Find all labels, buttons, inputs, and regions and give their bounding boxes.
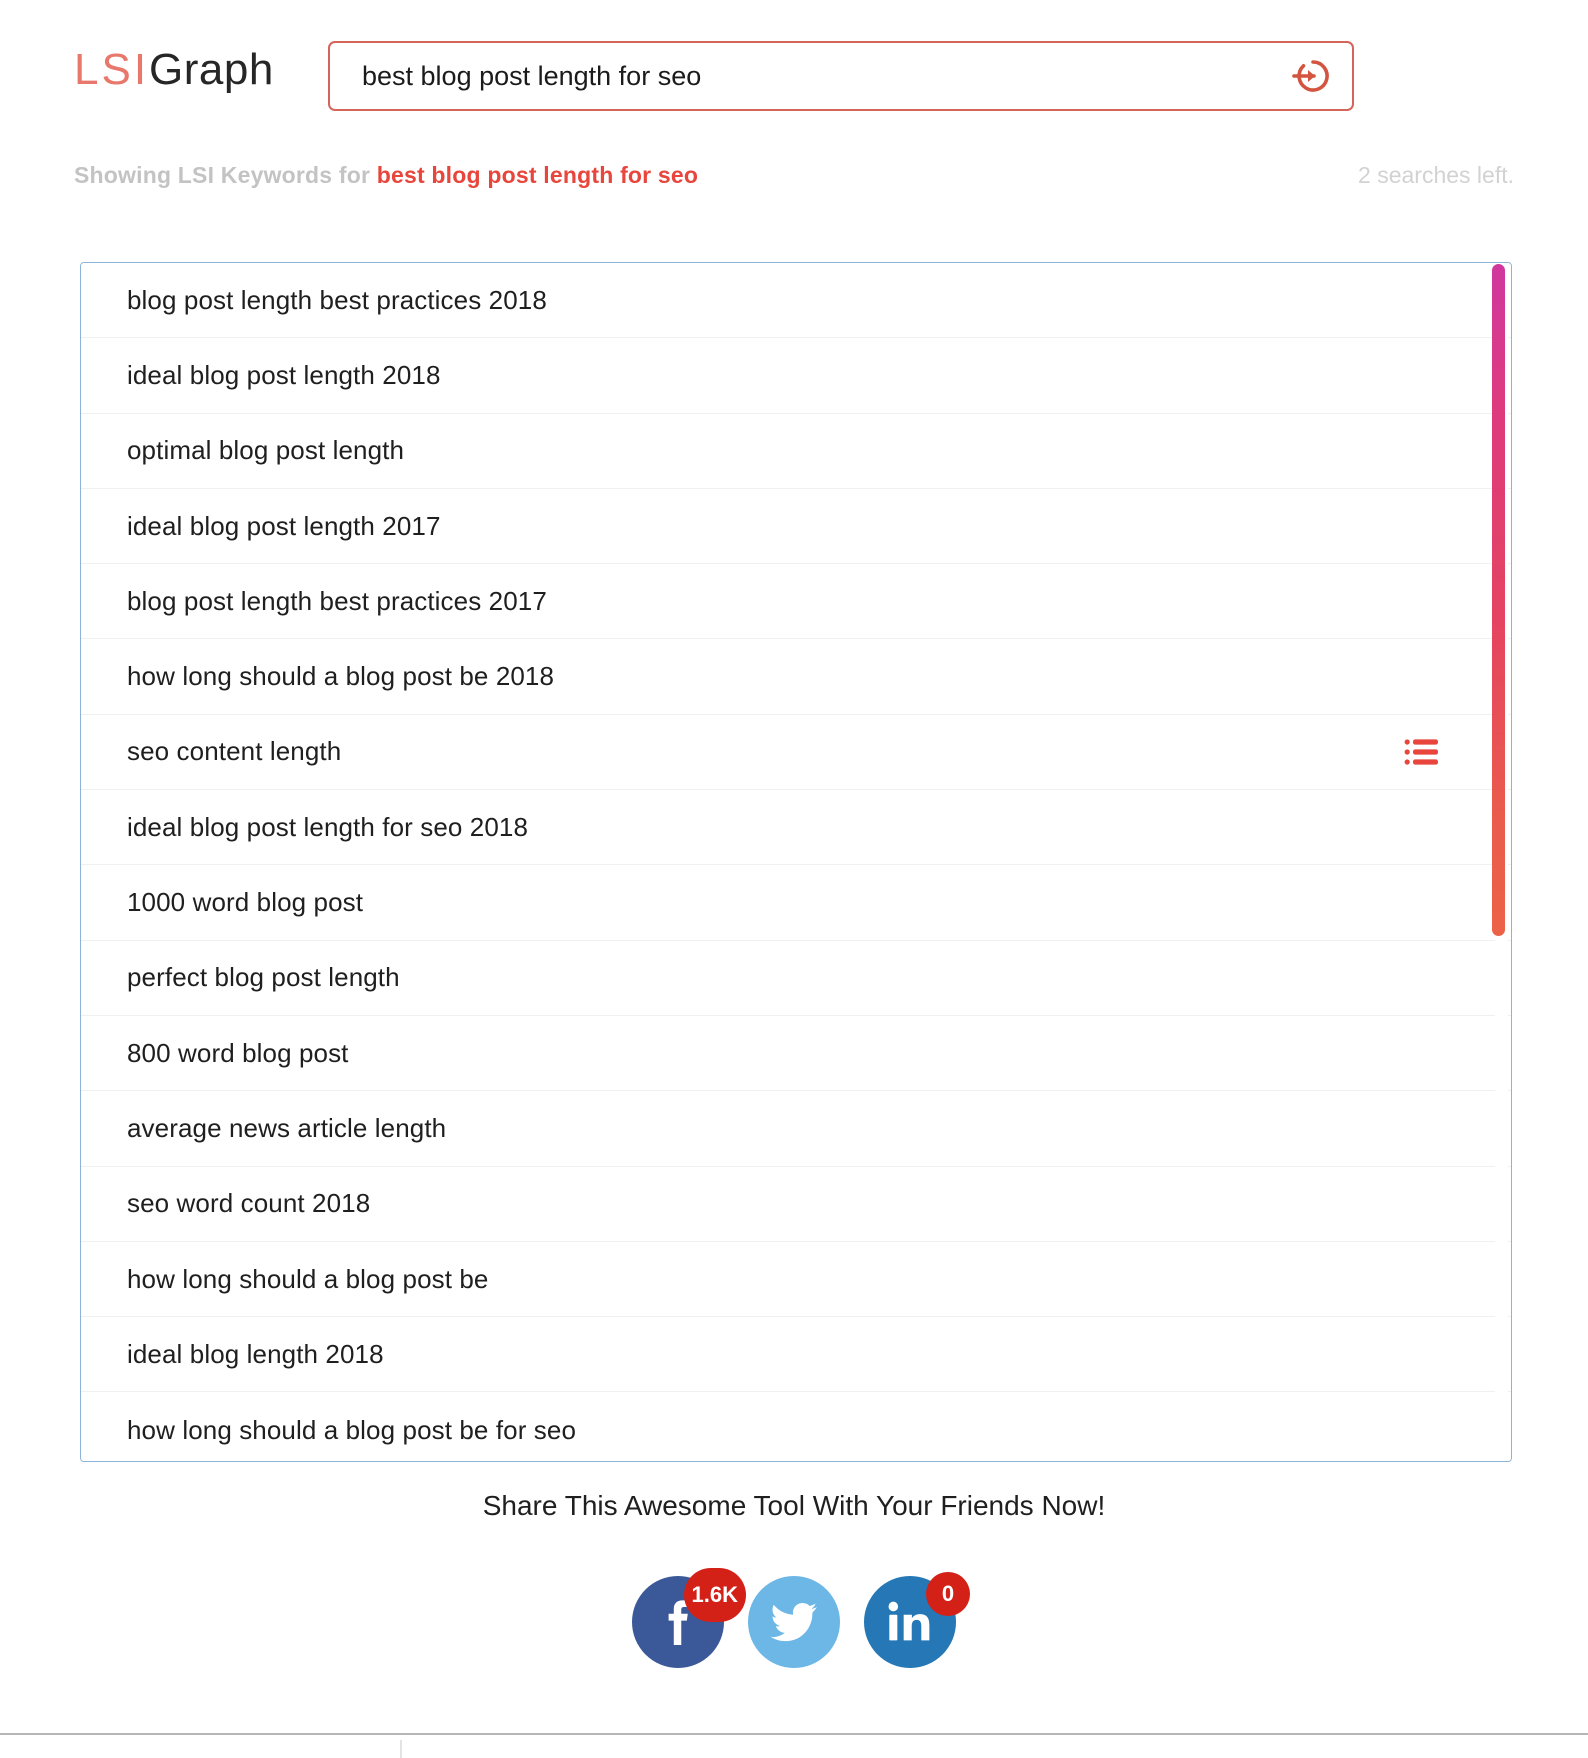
linkedin-icon <box>887 1599 933 1645</box>
social-share-buttons: 1.6K 0 <box>0 1568 1588 1668</box>
keyword-results-panel: blog post length best practices 2018 idea… <box>80 262 1512 1462</box>
arrow-right-circle-icon <box>1287 54 1331 98</box>
keyword-row-label: average news article length <box>127 1112 447 1143</box>
keyword-row-label: ideal blog length 2018 <box>127 1338 384 1369</box>
keyword-row[interactable]: seo word count 2018 <box>81 1166 1511 1242</box>
keyword-row[interactable]: 1000 word blog post <box>81 865 1511 941</box>
share-twitter-button[interactable] <box>748 1576 840 1668</box>
search-submit-button[interactable] <box>1266 43 1352 109</box>
twitter-icon <box>769 1597 819 1647</box>
keyword-row[interactable]: how long should a blog post be for seo <box>81 1392 1511 1461</box>
share-section-title: Share This Awesome Tool With Your Friend… <box>482 1490 1106 1521</box>
results-status-bar: Showing LSI Keywords for best blog post … <box>0 152 1588 198</box>
list-lines-icon[interactable] <box>1399 730 1443 774</box>
showing-keywords-label: Showing LSI Keywords for best blog post … <box>74 162 698 189</box>
logo-text-lsi: LSI <box>74 45 150 94</box>
keyword-row[interactable]: seo content length <box>81 714 1511 791</box>
keyword-row[interactable]: average news article length <box>81 1091 1511 1167</box>
keyword-row[interactable]: perfect blog post length <box>81 940 1511 1016</box>
logo-text-graph: Graph <box>149 45 274 94</box>
keyword-row[interactable]: blog post length best practices 2018 <box>81 263 1511 339</box>
searches-left-counter: 2 searches left. <box>1358 161 1514 188</box>
keyword-row[interactable]: how long should a blog post be <box>81 1241 1511 1318</box>
keyword-row[interactable]: ideal blog post length for seo 2018 <box>81 790 1511 866</box>
search-input[interactable] <box>330 43 1266 109</box>
search-bar <box>328 41 1354 111</box>
keyword-row-label: 800 word blog post <box>127 1037 349 1068</box>
footer-divider <box>0 1733 1588 1735</box>
keyword-list-scrollbar-track[interactable] <box>1492 263 1508 1461</box>
keyword-row-label: ideal blog post length for seo 2018 <box>127 811 529 842</box>
keyword-row[interactable]: ideal blog post length 2018 <box>81 338 1511 414</box>
keyword-row-label: perfect blog post length <box>127 962 400 993</box>
keyword-row[interactable]: optimal blog post length <box>81 413 1511 489</box>
showing-search-term: best blog post length for seo <box>376 161 699 188</box>
keyword-row-label: how long should a blog post be <box>127 1263 489 1294</box>
keyword-row[interactable]: ideal blog post length 2017 <box>81 488 1511 565</box>
keyword-row-label: 1000 word blog post <box>127 887 364 918</box>
keyword-row-label: blog post length best practices 2018 <box>127 284 547 315</box>
footer-tick-mark <box>400 1740 402 1758</box>
keyword-row-label: blog post length best practices 2017 <box>127 585 547 616</box>
keyword-row-label: seo content length <box>127 736 342 767</box>
keyword-row[interactable]: how long should a blog post be 2018 <box>81 639 1511 715</box>
keyword-row-label: optimal blog post length <box>127 435 405 466</box>
keyword-row[interactable]: ideal blog length 2018 <box>81 1317 1511 1393</box>
facebook-icon <box>655 1599 701 1645</box>
share-facebook-button[interactable]: 1.6K <box>632 1568 746 1668</box>
share-linkedin-button[interactable]: 0 <box>864 1572 970 1668</box>
lsigraph-logo[interactable]: LSIGraph <box>74 48 274 92</box>
keyword-row-label: ideal blog post length 2017 <box>127 510 441 541</box>
keyword-row[interactable]: 800 word blog post <box>81 1015 1511 1092</box>
keyword-row-label: ideal blog post length 2018 <box>127 359 441 390</box>
showing-prefix-text: Showing LSI Keywords for <box>74 161 371 188</box>
keyword-list-scrollbar-thumb[interactable] <box>1492 264 1505 936</box>
keyword-row-label: how long should a blog post be for seo <box>127 1414 576 1445</box>
keyword-list[interactable]: blog post length best practices 2018 idea… <box>81 263 1511 1461</box>
keyword-row-label: how long should a blog post be 2018 <box>127 661 555 692</box>
keyword-row-label: seo word count 2018 <box>127 1188 371 1219</box>
keyword-row[interactable]: blog post length best practices 2017 <box>81 564 1511 640</box>
lsigraph-results-page: LSIGraph Showing LSI Keywords for best b… <box>0 0 1588 1758</box>
